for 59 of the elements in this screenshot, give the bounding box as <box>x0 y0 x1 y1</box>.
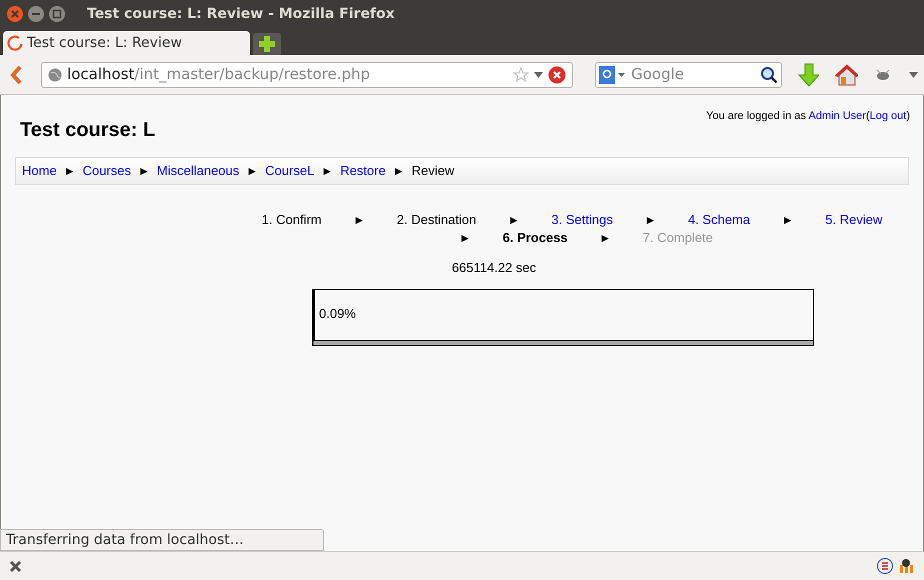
arrow-separator: ► <box>782 213 794 227</box>
minimize-icon[interactable] <box>27 5 45 23</box>
step-link[interactable]: 4. Schema <box>688 212 750 227</box>
browser-tab[interactable]: Test course: L: Review <box>3 31 250 55</box>
close-icon[interactable] <box>6 5 24 23</box>
user-link[interactable]: Admin User <box>808 110 866 122</box>
arrow-separator: ► <box>644 213 656 227</box>
search-icon[interactable] <box>760 66 778 84</box>
breadcrumb-current: Review <box>412 162 454 180</box>
breadcrumb-link[interactable]: CourseL <box>265 161 314 181</box>
step-current: 6. Process <box>502 230 568 245</box>
parenthesis-text: ( <box>866 110 870 122</box>
addon-icon[interactable] <box>898 558 915 574</box>
search-field[interactable]: Google <box>595 62 782 88</box>
arrow-separator: ► <box>392 163 405 180</box>
new-tab-button[interactable] <box>253 33 281 55</box>
parenthesis-text: ) <box>906 110 910 122</box>
stop-icon[interactable] <box>548 66 566 84</box>
breadcrumb-link[interactable]: Home <box>22 161 57 181</box>
addon-icon[interactable] <box>877 558 894 574</box>
maximize-icon[interactable] <box>48 5 66 23</box>
arrow-separator: ► <box>138 163 150 180</box>
arrow-separator: ► <box>321 163 334 180</box>
login-text: You are logged in as <box>706 110 808 122</box>
step-link[interactable]: 5. Review <box>825 212 882 227</box>
search-input[interactable]: Google <box>631 63 756 86</box>
url-host: localhost <box>67 65 134 84</box>
arrow-separator: ► <box>599 231 612 245</box>
arrow-separator: ► <box>353 213 366 227</box>
breadcrumb-link[interactable]: Miscellaneous <box>156 161 240 181</box>
search-engine-icon[interactable] <box>599 66 628 84</box>
dropdown-icon[interactable] <box>534 72 544 78</box>
star-icon[interactable] <box>513 66 530 82</box>
breadcrumb-link[interactable]: Restore <box>340 161 386 181</box>
step-label: 7. Complete <box>642 230 713 245</box>
logout-link[interactable]: Log out <box>870 110 906 122</box>
download-arrow-icon[interactable] <box>798 62 820 86</box>
step-label: 2. Destination <box>396 212 476 227</box>
url-path: /int_master/backup/restore.php <box>134 65 370 84</box>
home-icon[interactable] <box>835 64 858 86</box>
status-popup: Transferring data from localhost… <box>0 529 324 551</box>
address-field[interactable]: localhost/int_master/backup/restore.php <box>41 62 574 88</box>
bug-icon[interactable] <box>874 68 892 82</box>
page-heading: Test course: L <box>20 118 156 143</box>
arrow-separator: ► <box>246 163 258 180</box>
close-icon[interactable] <box>9 560 22 572</box>
arrow-separator: ► <box>459 231 471 245</box>
step-label: 1. Confirm <box>262 212 322 227</box>
dropdown-icon[interactable] <box>909 72 918 78</box>
progress-percentage: 0.09% <box>319 306 356 320</box>
breadcrumb-link[interactable]: Courses <box>82 161 131 181</box>
arrow-separator: ► <box>64 163 76 180</box>
elapsed-time: 665114.22 sec <box>450 259 538 277</box>
loading-spinner-icon <box>7 35 23 51</box>
window-title: Test course: L: Review - Mozilla Firefox <box>87 4 395 24</box>
plus-icon <box>259 36 275 52</box>
step-link[interactable]: 3. Settings <box>551 212 613 227</box>
arrow-separator: ► <box>508 213 520 227</box>
globe-icon <box>48 68 62 82</box>
